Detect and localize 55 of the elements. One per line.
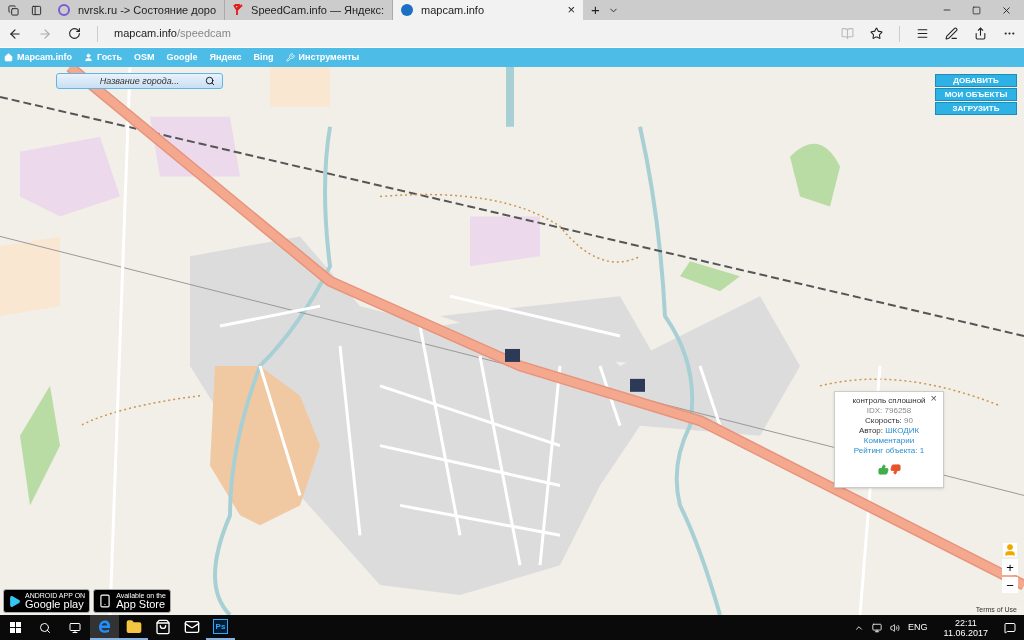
globe-logo-icon <box>401 4 414 16</box>
letter-e-logo-icon <box>96 618 113 635</box>
star-icon[interactable] <box>870 27 883 40</box>
language-indicator[interactable]: ENG <box>908 620 928 635</box>
shopping-bag-icon <box>154 618 171 635</box>
zoom-in-button[interactable]: + <box>1002 559 1018 575</box>
city-search-field[interactable]: Название города... <box>56 73 223 89</box>
windows-logo-icon[interactable] <box>9 622 21 633</box>
search-icon[interactable] <box>39 621 51 634</box>
thumbs-down-icon[interactable] <box>889 464 901 475</box>
network-icon[interactable] <box>872 622 883 633</box>
pen-icon[interactable] <box>945 27 958 40</box>
speaker-icon[interactable] <box>890 622 901 633</box>
tab-title: nvrsk.ru -> Состояние доро <box>78 2 217 18</box>
wrench-icon <box>285 53 295 62</box>
search-icon[interactable] <box>205 76 215 86</box>
author-link[interactable]: ШКОДИК <box>885 426 920 435</box>
tabs-aside-icon[interactable] <box>8 4 19 16</box>
zoom-out-button[interactable]: − <box>1002 577 1018 593</box>
idx-text: IDX: 796258 <box>866 406 912 416</box>
mail-icon <box>183 618 200 635</box>
tab-title: SpeedCam.info — Яндекс: <box>251 2 385 18</box>
speed-text: Скорость: 90 <box>865 416 913 426</box>
author-text: Автор: ШКОДИК <box>858 426 920 436</box>
close-popup-button[interactable]: × <box>930 393 937 403</box>
badge-title: App Store <box>116 599 166 610</box>
new-tab-button[interactable]: + <box>583 0 608 20</box>
close-icon[interactable] <box>1001 4 1012 16</box>
restore-icon[interactable] <box>972 5 981 15</box>
user-icon <box>84 53 93 62</box>
folder-icon <box>125 618 142 635</box>
phone-icon <box>98 594 113 608</box>
tab-title: mapcam.info <box>421 2 485 18</box>
browser-tab[interactable]: mapcam.info × <box>393 0 584 20</box>
url-field[interactable]: mapcam.info/speedcam <box>114 25 825 42</box>
clock[interactable]: 22:11 11.06.2017 <box>935 617 996 638</box>
camera-type-title: контроль сплошной <box>852 396 926 406</box>
hub-menu-icon[interactable] <box>916 27 929 40</box>
rating-link[interactable]: Рейтинг объекта: 1 <box>853 446 925 456</box>
letter-logo-icon <box>233 4 244 16</box>
home-icon <box>4 53 13 62</box>
notification-icon[interactable] <box>1004 621 1016 634</box>
close-tab-button[interactable]: × <box>567 0 576 20</box>
comments-link[interactable]: Комментарии <box>863 436 915 446</box>
taskbar-app-button[interactable]: Ps <box>206 615 235 640</box>
task-view-icon[interactable] <box>69 621 81 634</box>
badge-title: Google play <box>25 599 85 610</box>
play-triangle-icon <box>8 594 21 608</box>
share-icon[interactable] <box>974 27 987 40</box>
app-logo-icon: Ps <box>213 619 228 634</box>
taskbar-app-button[interactable] <box>90 615 119 640</box>
back-icon[interactable] <box>8 26 22 41</box>
tab-preview-icon[interactable] <box>31 4 42 16</box>
thumbs-up-icon[interactable] <box>877 464 889 475</box>
refresh-icon[interactable] <box>68 27 81 40</box>
